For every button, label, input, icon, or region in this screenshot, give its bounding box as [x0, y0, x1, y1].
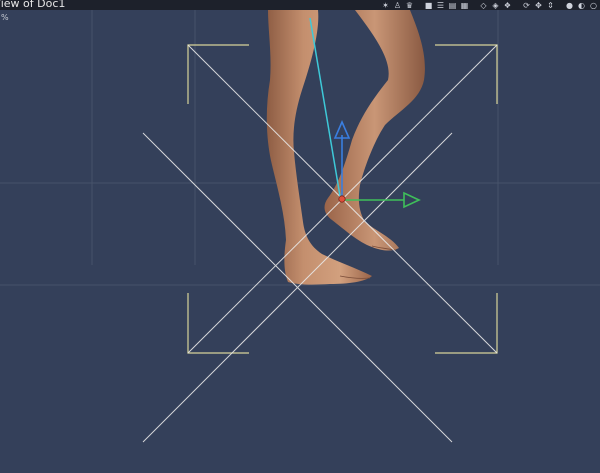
camera-cross: [142, 44, 498, 443]
shaded-sphere-icon[interactable]: ◐: [577, 1, 586, 10]
rotate-tool-icon[interactable]: ⟳: [522, 1, 531, 10]
wire-cube-icon[interactable]: ◇: [479, 1, 488, 10]
viewport-toolbar: ✶ ♙ ♛ ■ ☰ ▤ ▦ ◇ ◈ ❖ ⟳ ✥ ⇕ ● ◐ ○: [381, 0, 598, 10]
viewport-title-bar: /iew of Doc1 ✶ ♙ ♛ ■ ☰ ▤ ▦ ◇ ◈ ❖ ⟳ ✥ ⇕ ● ◐ ○: [0, 0, 600, 10]
viewport-title: /iew of Doc1: [0, 0, 66, 10]
translate-tool-icon[interactable]: ✥: [534, 1, 543, 10]
quad-view-icon[interactable]: ▦: [460, 1, 469, 10]
group-icon[interactable]: ♛: [405, 1, 414, 10]
figure-icon[interactable]: ♙: [393, 1, 402, 10]
single-view-icon[interactable]: ■: [424, 1, 433, 10]
scale-tool-icon[interactable]: ⇕: [546, 1, 555, 10]
lit-sphere-icon[interactable]: ●: [565, 1, 574, 10]
split-view-icon[interactable]: ▤: [448, 1, 457, 10]
bone-line: [309, 17, 341, 197]
shaded-cube-icon[interactable]: ◈: [491, 1, 500, 10]
light-icon[interactable]: ✶: [381, 1, 390, 10]
figure-back-leg[interactable]: [324, 10, 425, 251]
flat-sphere-icon[interactable]: ○: [589, 1, 598, 10]
stack-view-icon[interactable]: ☰: [436, 1, 445, 10]
texture-cube-icon[interactable]: ❖: [503, 1, 512, 10]
scene-canvas[interactable]: [0, 0, 600, 473]
gizmo-pivot[interactable]: [338, 195, 346, 203]
3d-viewport[interactable]: /iew of Doc1 ✶ ♙ ♛ ■ ☰ ▤ ▦ ◇ ◈ ❖ ⟳ ✥ ⇕ ● ◐ ○ %: [0, 0, 600, 473]
zoom-indicator: %: [1, 13, 9, 22]
gizmo-x-arrow-icon[interactable]: [403, 191, 421, 209]
